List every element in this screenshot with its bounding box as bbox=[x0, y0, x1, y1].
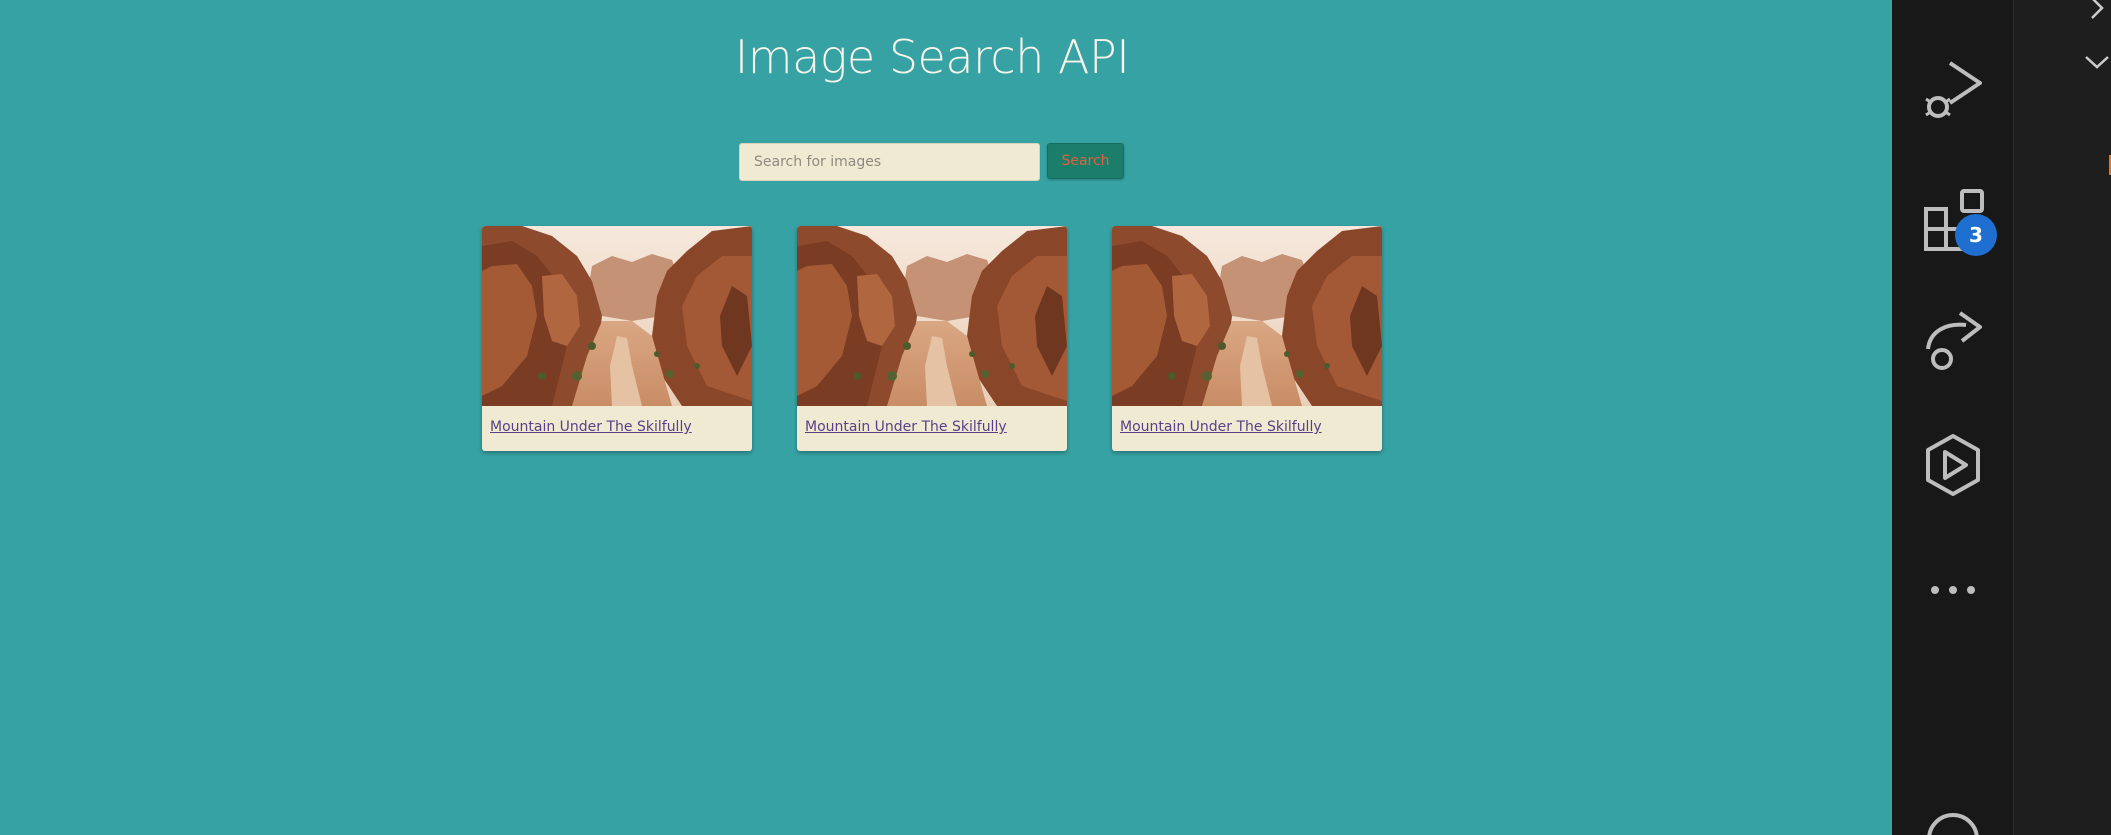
chevron-right-icon[interactable] bbox=[2084, 0, 2110, 20]
run-debug-icon bbox=[1924, 61, 1982, 118]
side-panel bbox=[2013, 0, 2111, 835]
page: Image Search API Search Mountain Under T… bbox=[0, 0, 2111, 835]
more-icon bbox=[1930, 586, 1975, 594]
extensions-badge: 3 bbox=[1955, 214, 1997, 256]
account-icon[interactable] bbox=[1926, 812, 1980, 835]
page-title: Image Search API bbox=[734, 30, 1130, 84]
chevron-down-icon[interactable] bbox=[2084, 52, 2110, 72]
extensions-button[interactable]: 3 bbox=[1892, 168, 2013, 268]
result-card: Mountain Under The Skilfully bbox=[482, 226, 752, 451]
deploy-button[interactable] bbox=[1892, 415, 2013, 515]
activity-bar: 3 bbox=[1892, 0, 2013, 835]
more-button[interactable] bbox=[1892, 540, 2013, 640]
remote-explorer-icon bbox=[1925, 311, 1982, 370]
remote-explorer-button[interactable] bbox=[1892, 290, 2013, 390]
result-title-link[interactable]: Mountain Under The Skilfully bbox=[1120, 419, 1322, 435]
run-debug-button[interactable] bbox=[1892, 40, 2013, 140]
result-title-link[interactable]: Mountain Under The Skilfully bbox=[805, 419, 1007, 435]
search-input[interactable] bbox=[739, 143, 1040, 181]
result-card: Mountain Under The Skilfully bbox=[1112, 226, 1382, 451]
web-content: Image Search API Search Mountain Under T… bbox=[0, 0, 1892, 835]
search-button[interactable]: Search bbox=[1047, 143, 1124, 179]
result-image[interactable] bbox=[482, 226, 752, 406]
deploy-icon bbox=[1925, 434, 1980, 496]
result-card: Mountain Under The Skilfully bbox=[797, 226, 1067, 451]
result-title-link[interactable]: Mountain Under The Skilfully bbox=[490, 419, 692, 435]
result-image[interactable] bbox=[797, 226, 1067, 406]
result-image[interactable] bbox=[1112, 226, 1382, 406]
